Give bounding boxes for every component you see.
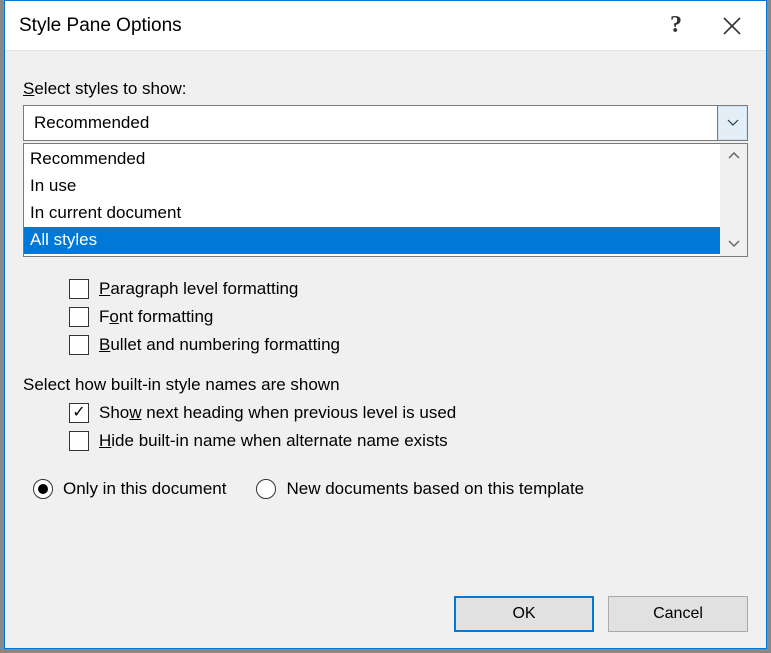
show-next-heading-label: Show next heading when previous level is… bbox=[99, 403, 456, 423]
bullet-formatting-label: Bullet and numbering formatting bbox=[99, 335, 340, 355]
bullet-formatting-checkbox[interactable] bbox=[69, 335, 89, 355]
paragraph-formatting-label: Paragraph level formatting bbox=[99, 279, 298, 299]
hide-builtin-name-checkbox[interactable] bbox=[69, 431, 89, 451]
dropdown-scrollbar[interactable] bbox=[720, 144, 747, 256]
style-pane-options-dialog: Style Pane Options ? Select styles to sh… bbox=[4, 0, 767, 649]
only-this-document-label: Only in this document bbox=[63, 479, 226, 499]
dropdown-option[interactable]: Recommended bbox=[24, 146, 720, 173]
hide-builtin-name-row[interactable]: Hide built-in name when alternate name e… bbox=[69, 431, 748, 451]
show-next-heading-checkbox[interactable] bbox=[69, 403, 89, 423]
only-this-document-radio[interactable] bbox=[33, 479, 53, 499]
new-documents-row[interactable]: New documents based on this template bbox=[256, 479, 584, 499]
hide-builtin-name-label: Hide built-in name when alternate name e… bbox=[99, 431, 448, 451]
new-documents-label: New documents based on this template bbox=[286, 479, 584, 499]
bullet-formatting-row[interactable]: Bullet and numbering formatting bbox=[69, 335, 748, 355]
only-this-document-row[interactable]: Only in this document bbox=[33, 479, 226, 499]
scroll-up-icon bbox=[728, 152, 740, 160]
close-icon bbox=[723, 17, 741, 35]
built-in-names-label: Select how built-in style names are show… bbox=[23, 375, 748, 395]
paragraph-formatting-checkbox[interactable] bbox=[69, 279, 89, 299]
combo-dropdown-button[interactable] bbox=[717, 106, 747, 140]
ok-button[interactable]: OK bbox=[454, 596, 594, 632]
dropdown-options: Recommended In use In current document A… bbox=[24, 144, 720, 256]
dialog-body: Select styles to show: Recommended Recom… bbox=[5, 51, 766, 596]
help-button[interactable]: ? bbox=[648, 1, 704, 51]
dropdown-option[interactable]: All styles bbox=[24, 227, 720, 254]
styles-dropdown-list: Recommended In use In current document A… bbox=[23, 143, 748, 257]
scroll-down-icon bbox=[728, 240, 740, 248]
dialog-buttons: OK Cancel bbox=[5, 596, 766, 648]
font-formatting-row[interactable]: Font formatting bbox=[69, 307, 748, 327]
font-formatting-label: Font formatting bbox=[99, 307, 213, 327]
scope-radio-group: Only in this document New documents base… bbox=[33, 471, 748, 507]
chevron-down-icon bbox=[727, 119, 739, 127]
cancel-button[interactable]: Cancel bbox=[608, 596, 748, 632]
styles-to-show-combo[interactable]: Recommended bbox=[23, 105, 748, 141]
select-styles-label: Select styles to show: bbox=[23, 79, 748, 99]
show-next-heading-row[interactable]: Show next heading when previous level is… bbox=[69, 403, 748, 423]
titlebar: Style Pane Options ? bbox=[5, 1, 766, 51]
combo-value: Recommended bbox=[24, 113, 717, 133]
close-button[interactable] bbox=[704, 1, 760, 51]
dialog-title: Style Pane Options bbox=[19, 15, 648, 37]
dropdown-option[interactable]: In use bbox=[24, 173, 720, 200]
font-formatting-checkbox[interactable] bbox=[69, 307, 89, 327]
new-documents-radio[interactable] bbox=[256, 479, 276, 499]
paragraph-formatting-row[interactable]: Paragraph level formatting bbox=[69, 279, 748, 299]
dropdown-option[interactable]: In current document bbox=[24, 200, 720, 227]
